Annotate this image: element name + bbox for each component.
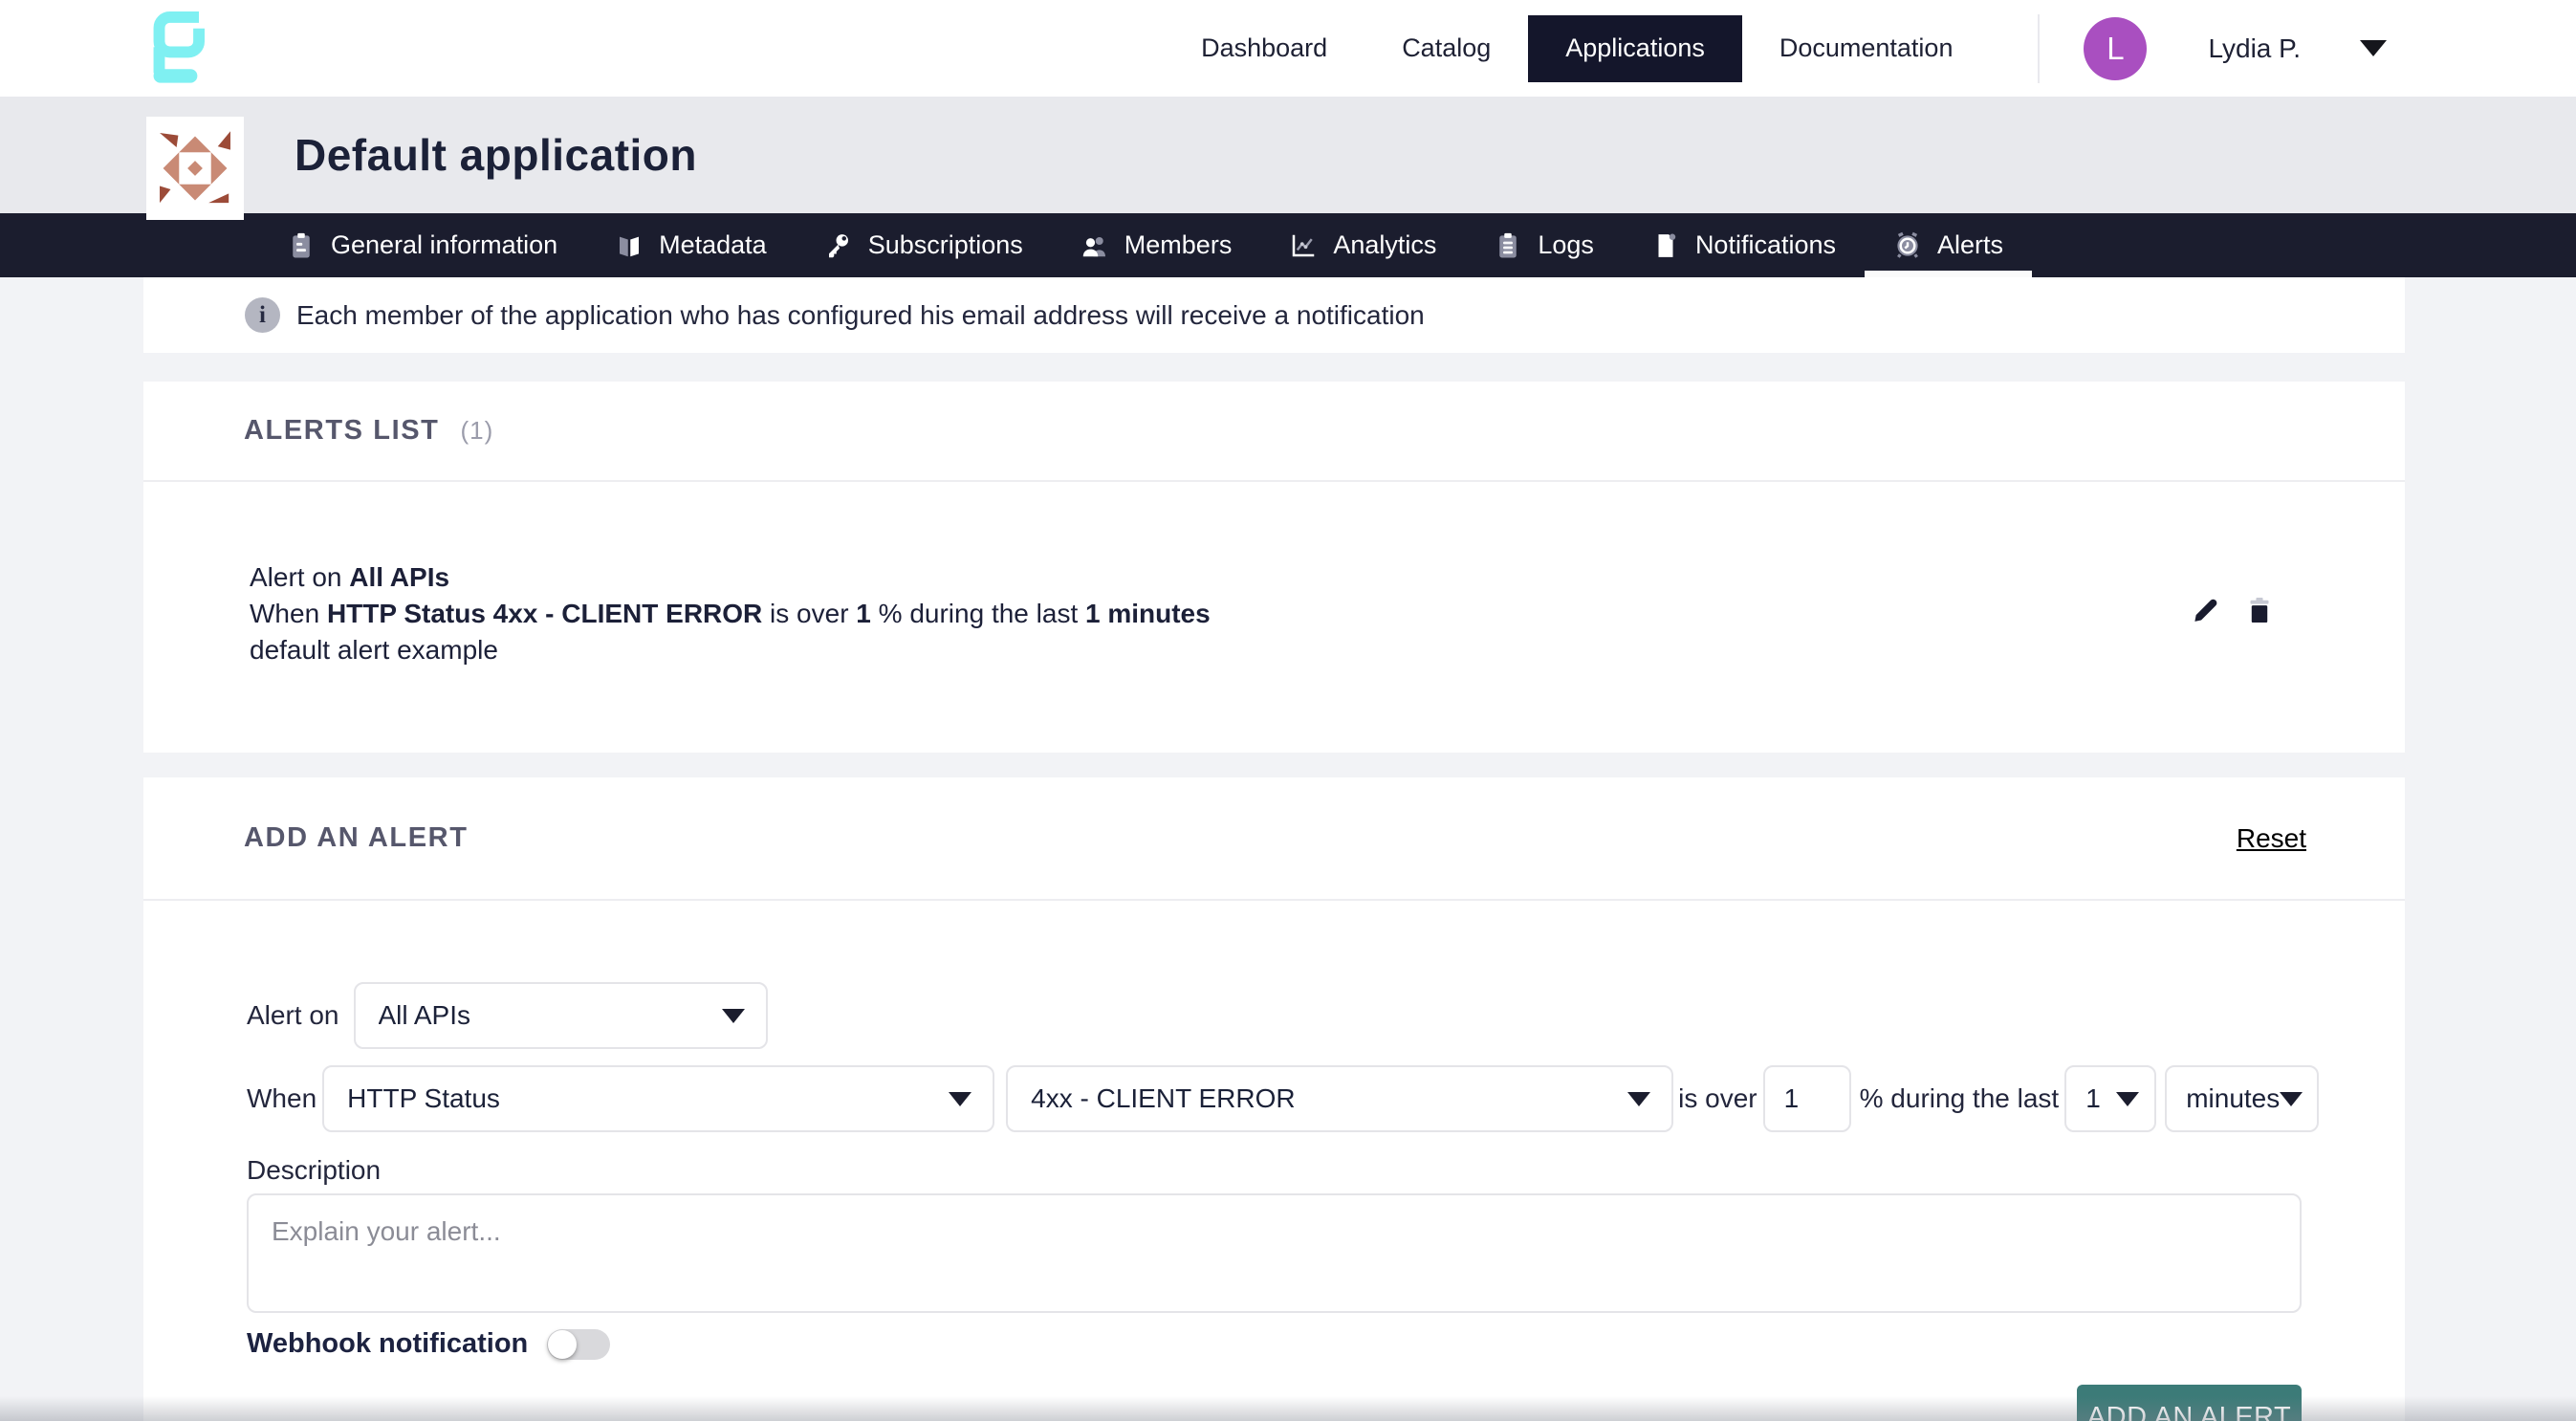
tab-label: Notifications	[1695, 230, 1836, 260]
chevron-down-icon	[2280, 1092, 2303, 1106]
add-alert-card: ADD AN ALERT Reset Alert on All APIs Whe…	[143, 777, 2405, 1421]
unit-select[interactable]: minutes	[2165, 1065, 2319, 1132]
alerts-list-header: ALERTS LIST (1)	[143, 382, 2405, 482]
chevron-down-icon	[949, 1092, 971, 1106]
duration-label: % during the last	[1860, 1083, 2060, 1114]
application-header: Default application	[0, 97, 2576, 213]
tab-label: Members	[1124, 230, 1233, 260]
alert-line-condition: When HTTP Status 4xx - CLIENT ERROR is o…	[250, 596, 1211, 632]
edit-alert-button[interactable]	[2190, 594, 2222, 626]
avatar[interactable]: L	[2084, 17, 2147, 80]
add-alert-button[interactable]: ADD AN ALERT	[2077, 1385, 2302, 1421]
webhook-toggle[interactable]	[547, 1329, 610, 1360]
tab-metadata[interactable]: Metadata	[615, 213, 767, 277]
description-textarea[interactable]	[247, 1193, 2302, 1313]
unit-value: minutes	[2186, 1083, 2280, 1114]
top-bar: Dashboard Catalog Applications Documenta…	[0, 0, 2576, 97]
alerts-list-card: ALERTS LIST (1) Alert on All APIs When H…	[143, 382, 2405, 753]
tab-label: General information	[331, 230, 557, 260]
is-over-label: is over	[1678, 1083, 1757, 1114]
alert-on-row: Alert on All APIs	[247, 982, 2302, 1049]
duration-select[interactable]: 1	[2064, 1065, 2156, 1132]
tab-label: Subscriptions	[868, 230, 1023, 260]
page-title: Default application	[295, 129, 697, 181]
add-alert-form: Alert on All APIs When HTTP Status 4xx -…	[143, 982, 2405, 1421]
alert-list-item: Alert on All APIs When HTTP Status 4xx -…	[143, 482, 2405, 753]
metric-value: HTTP Status	[347, 1083, 931, 1114]
webhook-row: Webhook notification	[247, 1328, 2302, 1360]
gravitee-logo-icon	[148, 11, 207, 86]
info-banner-text: Each member of the application who has c…	[296, 300, 1425, 331]
submit-row: ADD AN ALERT	[247, 1385, 2302, 1421]
chevron-down-icon	[722, 1009, 745, 1023]
nav-item-documentation[interactable]: Documentation	[1742, 15, 1991, 82]
tab-label: Metadata	[659, 230, 767, 260]
tab-general-information[interactable]: General information	[287, 213, 557, 277]
app-identicon	[153, 123, 237, 213]
key-icon	[824, 231, 853, 260]
clipboard-icon	[287, 231, 316, 260]
toggle-knob	[548, 1330, 577, 1359]
alert-description: Alert on All APIs When HTTP Status 4xx -…	[250, 559, 1211, 668]
reset-link[interactable]: Reset	[2237, 823, 2306, 854]
gravitee-logo[interactable]	[148, 11, 207, 86]
condition-row: When HTTP Status 4xx - CLIENT ERROR is o…	[247, 1065, 2302, 1132]
divider	[2038, 14, 2040, 83]
nav-item-applications[interactable]: Applications	[1528, 15, 1742, 82]
add-alert-title: ADD AN ALERT	[244, 822, 469, 854]
alert-actions	[2190, 594, 2276, 668]
document-icon	[1651, 231, 1680, 260]
tab-label: Logs	[1538, 230, 1594, 260]
alert-on-value: All APIs	[379, 1000, 705, 1031]
delete-alert-button[interactable]	[2243, 594, 2276, 626]
description-label: Description	[247, 1155, 2302, 1186]
metric-select[interactable]: HTTP Status	[322, 1065, 994, 1132]
duration-value: 1	[2085, 1083, 2101, 1114]
top-navigation: Dashboard Catalog Applications Documenta…	[1164, 0, 2576, 97]
tab-logs[interactable]: Logs	[1494, 213, 1594, 277]
people-icon	[1081, 231, 1109, 260]
tab-label: Alerts	[1937, 230, 2003, 260]
main-content: i Each member of the application who has…	[143, 277, 2405, 1421]
alerts-count-badge: (1)	[461, 416, 494, 446]
tab-subscriptions[interactable]: Subscriptions	[824, 213, 1023, 277]
add-alert-header: ADD AN ALERT Reset	[143, 777, 2405, 901]
tab-alerts[interactable]: Alerts	[1893, 213, 2003, 277]
when-label: When	[247, 1083, 317, 1114]
tab-analytics[interactable]: Analytics	[1289, 213, 1436, 277]
alert-on-select[interactable]: All APIs	[354, 982, 768, 1049]
threshold-input[interactable]	[1763, 1065, 1851, 1132]
pencil-icon	[2190, 594, 2222, 626]
book-icon	[615, 231, 644, 260]
alert-on-label: Alert on	[247, 1000, 339, 1031]
user-name[interactable]: Lydia P.	[2208, 33, 2301, 64]
logs-icon	[1494, 231, 1522, 260]
nav-item-dashboard[interactable]: Dashboard	[1164, 15, 1364, 82]
tab-members[interactable]: Members	[1081, 213, 1233, 277]
application-tab-bar: General information Metadata Subscriptio…	[0, 213, 2576, 277]
application-icon	[146, 117, 244, 220]
alert-line-scope: Alert on All APIs	[250, 559, 1211, 596]
tab-notifications[interactable]: Notifications	[1651, 213, 1836, 277]
tab-label: Analytics	[1333, 230, 1436, 260]
alert-line-note: default alert example	[250, 632, 1211, 668]
notification-info-banner: i Each member of the application who has…	[143, 277, 2405, 353]
caret-down-icon[interactable]	[2360, 40, 2387, 56]
chevron-down-icon	[1627, 1092, 1650, 1106]
info-icon: i	[245, 297, 280, 333]
alarm-icon	[1893, 231, 1922, 260]
condition-value: 4xx - CLIENT ERROR	[1031, 1083, 1610, 1114]
chart-icon	[1289, 231, 1318, 260]
condition-select[interactable]: 4xx - CLIENT ERROR	[1006, 1065, 1673, 1132]
webhook-label: Webhook notification	[247, 1328, 528, 1360]
trash-icon	[2243, 594, 2276, 626]
nav-item-catalog[interactable]: Catalog	[1364, 15, 1528, 82]
alerts-list-title: ALERTS LIST	[244, 415, 440, 447]
chevron-down-icon	[2116, 1092, 2139, 1106]
